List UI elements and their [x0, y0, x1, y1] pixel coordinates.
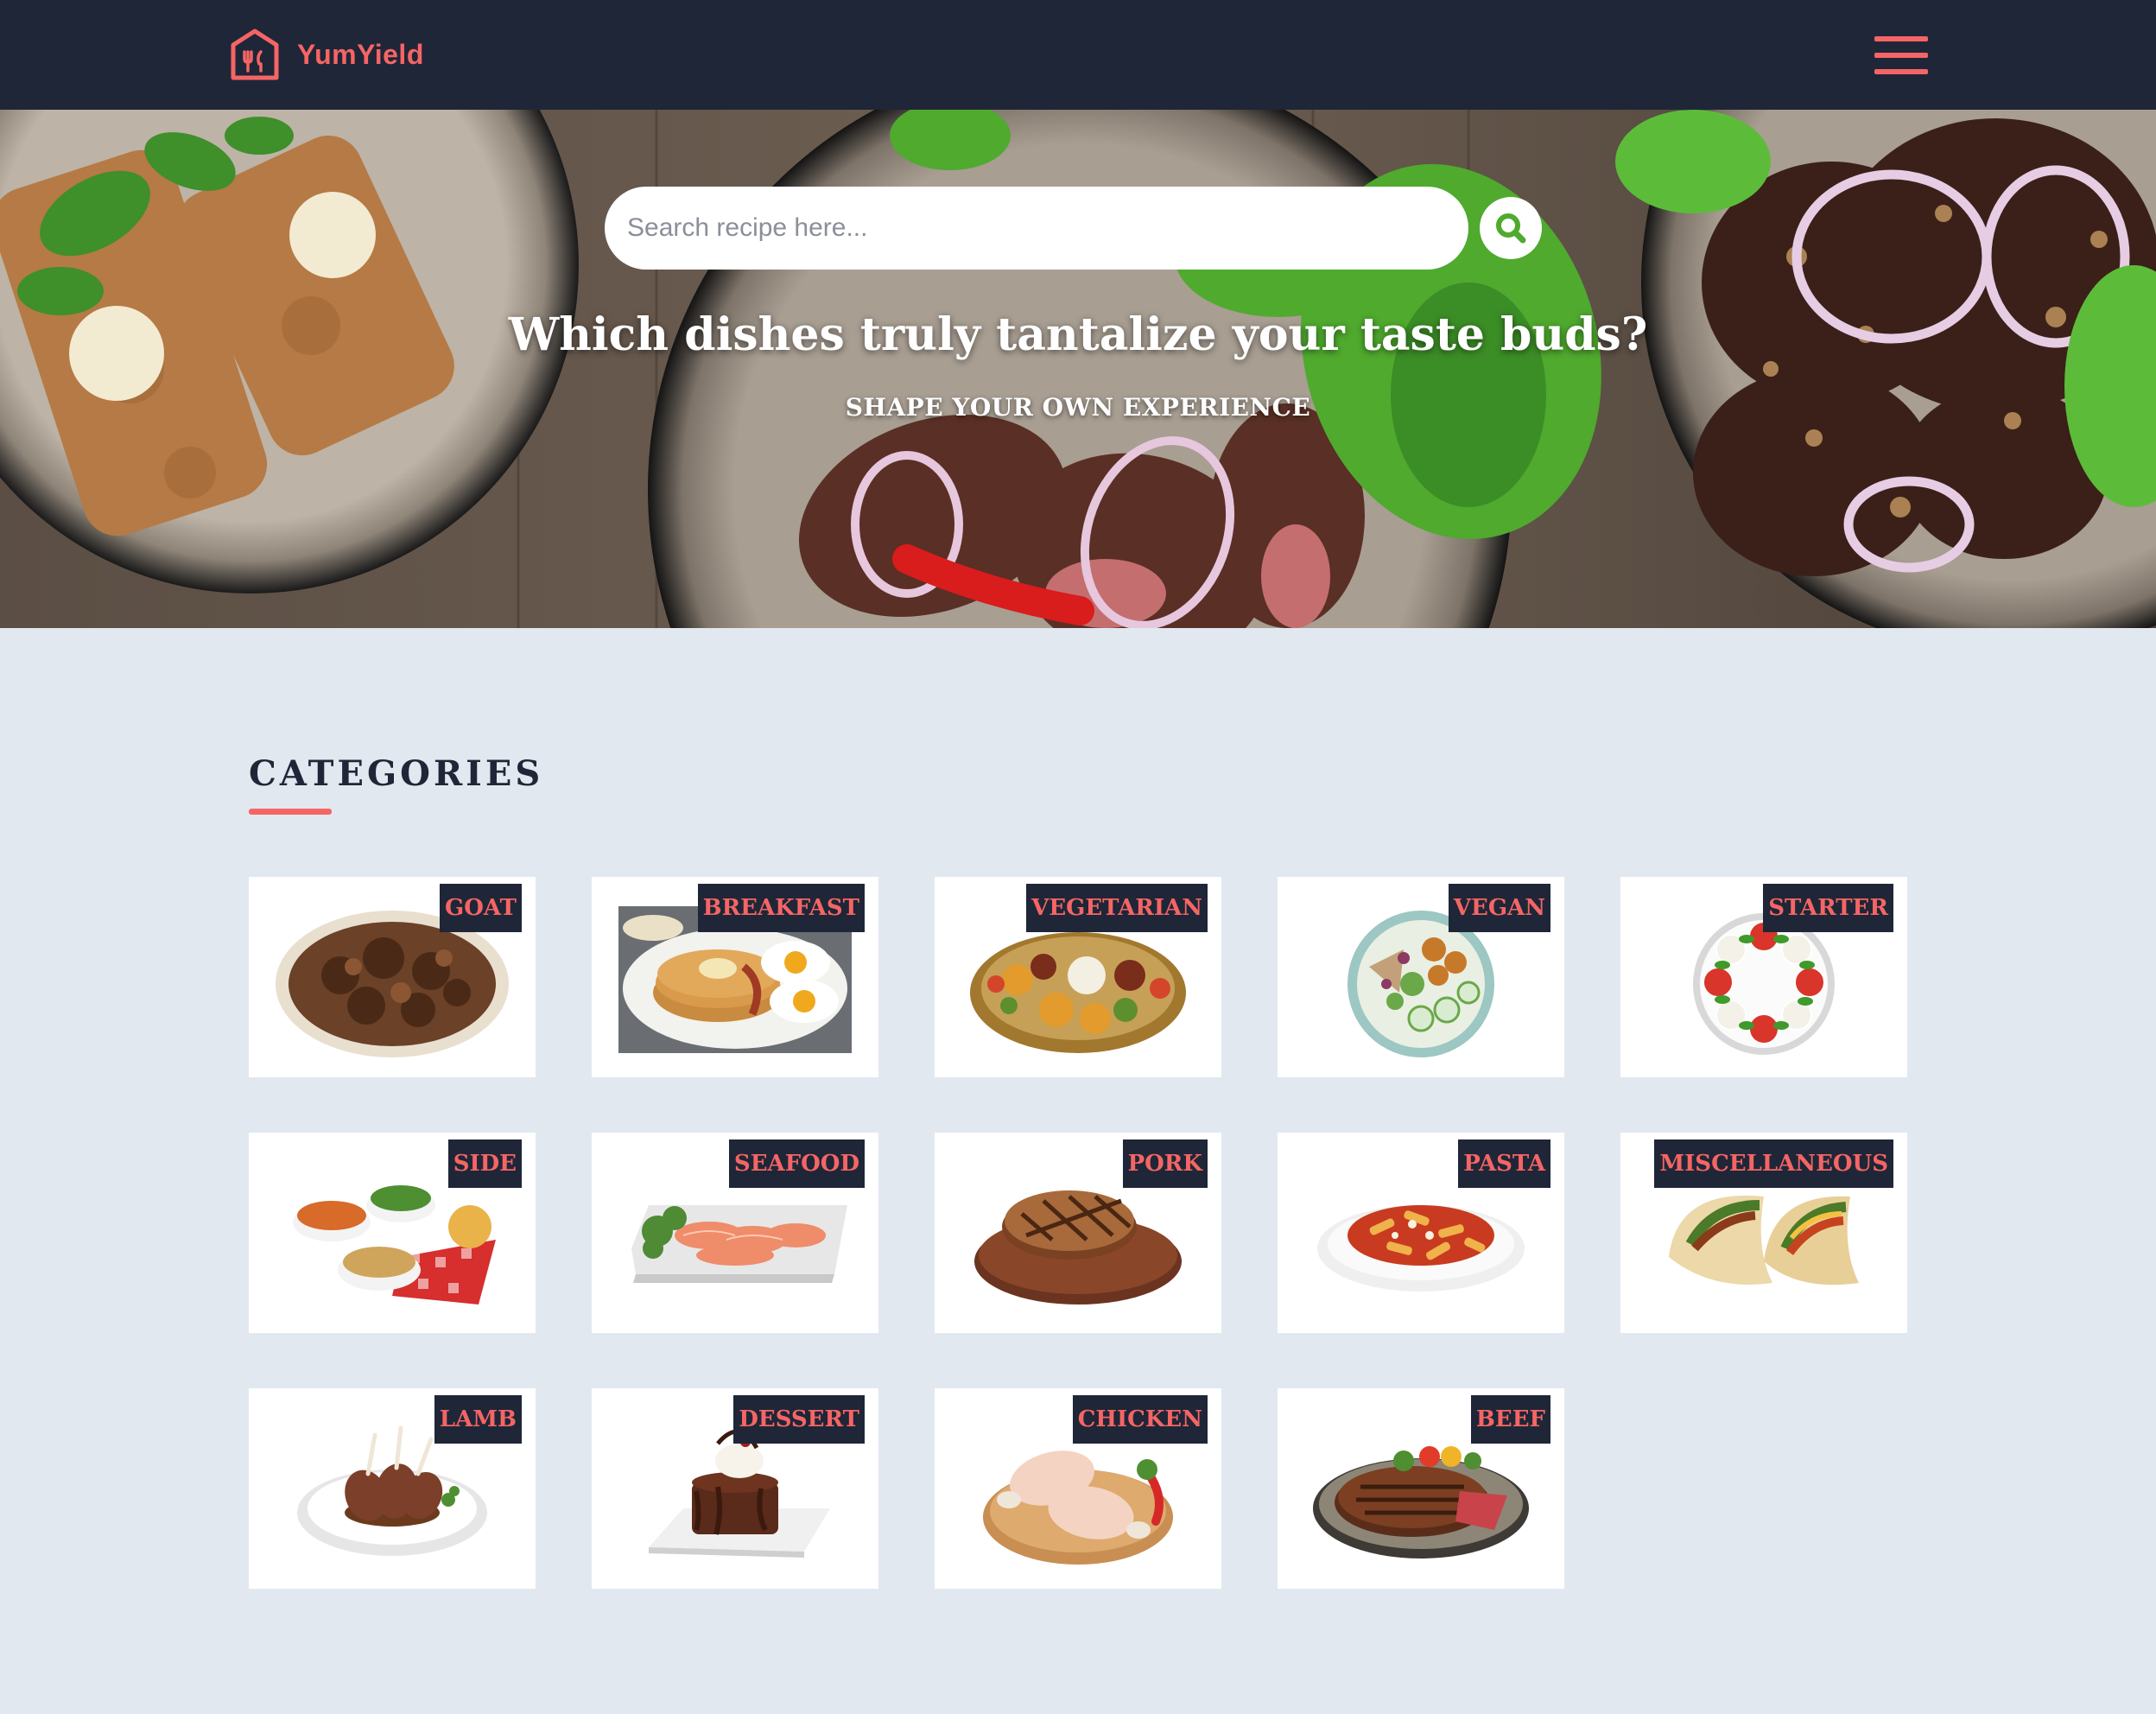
top-navbar: YumYield: [0, 0, 2156, 110]
category-card-vegan[interactable]: VEGAN: [1278, 877, 1564, 1077]
category-label: GOAT: [440, 884, 522, 932]
brand-name: YumYield: [297, 38, 424, 70]
category-card-starter[interactable]: STARTER: [1620, 877, 1907, 1077]
hero-banner: Which dishes truly tantalize your taste …: [0, 110, 2156, 628]
category-label: BEEF: [1470, 1395, 1550, 1444]
category-card-goat[interactable]: GOAT: [249, 877, 536, 1077]
category-card-miscellaneous[interactable]: MISCELLANEOUS: [1620, 1133, 1907, 1333]
category-card-lamb[interactable]: LAMB: [249, 1388, 536, 1589]
search-bar: [605, 187, 1542, 270]
category-label: VEGETARIAN: [1026, 884, 1208, 932]
category-card-dessert[interactable]: DESSERT: [592, 1388, 878, 1589]
menu-bar: [1874, 69, 1928, 74]
heading-underline: [249, 809, 332, 815]
category-label: PASTA: [1458, 1139, 1550, 1188]
category-card-beef[interactable]: BEEF: [1278, 1388, 1564, 1589]
category-card-seafood[interactable]: SEAFOOD: [592, 1133, 878, 1333]
category-card-chicken[interactable]: CHICKEN: [935, 1388, 1221, 1589]
category-card-side[interactable]: SIDE: [249, 1133, 536, 1333]
category-label: PORK: [1122, 1139, 1208, 1188]
house-fork-knife-icon: [231, 29, 279, 80]
category-label: DESSERT: [733, 1395, 865, 1444]
category-label: CHICKEN: [1072, 1395, 1208, 1444]
menu-bar: [1874, 36, 1928, 41]
categories-heading: CATEGORIES: [249, 753, 544, 794]
category-label: BREAKFAST: [697, 884, 865, 932]
category-label: LAMB: [434, 1395, 522, 1444]
search-button[interactable]: [1480, 197, 1542, 259]
hero-title: Which dishes truly tantalize your taste …: [508, 308, 1648, 361]
category-card-breakfast[interactable]: BREAKFAST: [592, 877, 878, 1077]
hamburger-menu-icon[interactable]: [1874, 36, 1928, 74]
category-card-pork[interactable]: PORK: [935, 1133, 1221, 1333]
search-input[interactable]: [605, 187, 1468, 270]
category-card-vegetarian[interactable]: VEGETARIAN: [935, 877, 1221, 1077]
menu-bar: [1874, 53, 1928, 58]
hero-subtitle: SHAPE YOUR OWN EXPERIENCE: [845, 393, 1311, 422]
category-label: SEAFOOD: [728, 1139, 865, 1188]
category-label: STARTER: [1763, 884, 1893, 932]
category-card-pasta[interactable]: PASTA: [1278, 1133, 1564, 1333]
magnifier-icon: [1496, 213, 1526, 244]
category-label: SIDE: [447, 1139, 522, 1188]
brand-logo-link[interactable]: YumYield: [230, 28, 424, 81]
category-label: VEGAN: [1448, 884, 1550, 932]
category-label: MISCELLANEOUS: [1654, 1139, 1893, 1188]
